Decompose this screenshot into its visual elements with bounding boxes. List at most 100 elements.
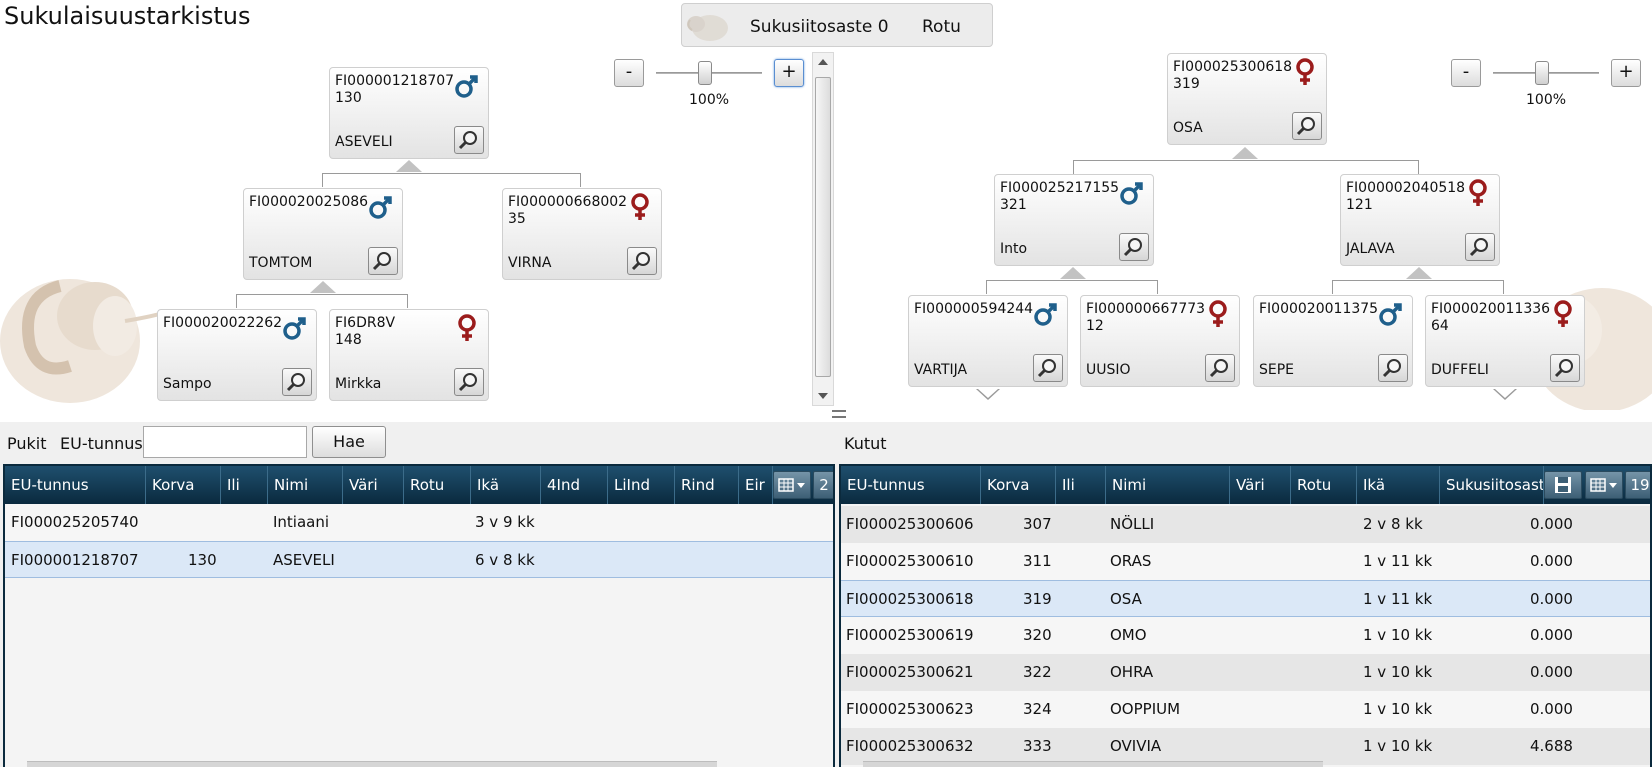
table-row[interactable]: FI000025300632 333 OVIVIA 1 v 10 kk 4.68… — [841, 728, 1650, 765]
cell-nimi: Intiaani — [273, 513, 330, 531]
zoom-slider-thumb[interactable] — [698, 61, 712, 85]
male-icon — [283, 317, 306, 340]
cell-sukusiitosaste: 0.000 — [1530, 700, 1573, 718]
cell-nimi: OSA — [1110, 590, 1142, 608]
horizontal-scrollbar[interactable] — [863, 761, 1323, 767]
column-header-ika[interactable]: Ikä — [471, 466, 541, 504]
column-header-vari[interactable]: Väri — [1230, 466, 1291, 504]
node-details-button[interactable] — [1033, 354, 1063, 382]
zoom-slider-thumb[interactable] — [1535, 61, 1549, 85]
node-eu: FI000020022262 — [163, 315, 283, 331]
column-header-sukusiitosaste[interactable]: Sukusiitosast — [1440, 466, 1544, 504]
horizontal-scrollbar[interactable] — [27, 761, 717, 767]
cell-ika: 1 v 11 kk — [1363, 590, 1433, 608]
table-row[interactable]: FI000025300606 307 NÖLLI 2 v 8 kk 0.000 — [841, 506, 1650, 543]
pedigree-node-sire-sire[interactable]: FI000000594244 VARTIJA — [908, 295, 1068, 387]
cell-eu: FI000025300632 — [846, 737, 974, 755]
save-button[interactable] — [1544, 471, 1582, 499]
column-chooser-button[interactable] — [773, 471, 811, 499]
table-row[interactable]: FI000025300610 311 ORAS 1 v 11 kk 0.000 — [841, 543, 1650, 580]
node-eu: FI000001218707 — [335, 73, 455, 89]
node-korva: 35 — [508, 211, 526, 227]
node-name: SEPE — [1259, 362, 1295, 378]
female-icon — [1469, 179, 1487, 206]
magnifier-icon — [286, 373, 305, 392]
cell-nimi: OOPPIUM — [1110, 700, 1181, 718]
eu-search-input[interactable] — [143, 426, 307, 458]
column-header-nimi[interactable]: Nimi — [1106, 466, 1230, 504]
zoom-in-button[interactable]: + — [1611, 59, 1641, 87]
pedigree-node-dam-sire[interactable]: FI000020011375 SEPE — [1253, 295, 1413, 387]
column-header-eu[interactable]: EU-tunnus — [841, 466, 981, 504]
table-row[interactable]: FI000025205740 Intiaani 3 v 9 kk — [5, 504, 833, 541]
magnifier-icon — [1209, 359, 1228, 378]
zoom-in-button[interactable]: + — [774, 59, 804, 87]
column-header-eu[interactable]: EU-tunnus — [5, 466, 146, 504]
magnifier-icon — [631, 252, 650, 271]
node-details-button[interactable] — [1119, 233, 1149, 261]
cell-korva: 322 — [1023, 663, 1052, 681]
column-header-4ind[interactable]: 4Ind — [541, 466, 608, 504]
column-header-liind[interactable]: LiInd — [608, 466, 675, 504]
pedigree-node-sire-dam[interactable]: FI6DR8V 148 Mirkka — [329, 309, 489, 401]
zoom-percent: 100% — [1526, 92, 1567, 108]
search-button[interactable]: Hae — [312, 426, 386, 458]
pedigree-node-sire[interactable]: FI000020025086 TOMTOM — [243, 188, 403, 280]
scroll-down-icon[interactable] — [818, 393, 828, 399]
node-details-button[interactable] — [1550, 354, 1580, 382]
column-header-nimi[interactable]: Nimi — [268, 466, 343, 504]
column-header-rotu[interactable]: Rotu — [404, 466, 471, 504]
panel-splitter[interactable] — [832, 410, 846, 418]
expand-ancestors-icon[interactable] — [1493, 389, 1517, 400]
node-details-button[interactable] — [282, 368, 312, 396]
column-header-ika[interactable]: Ikä — [1357, 466, 1440, 504]
node-details-button[interactable] — [1205, 354, 1235, 382]
pedigree-node-dam-dam[interactable]: FI000020011336 64 DUFFELI — [1425, 295, 1585, 387]
node-details-button[interactable] — [454, 368, 484, 396]
column-chooser-button[interactable] — [1585, 471, 1623, 499]
expand-ancestors-icon[interactable] — [976, 389, 1000, 400]
node-eu: FI000000667773 — [1086, 301, 1206, 317]
table-row[interactable]: FI000025300623 324 OOPPIUM 1 v 10 kk 0.0… — [841, 691, 1650, 728]
pedigree-vertical-scrollbar[interactable] — [812, 52, 834, 406]
female-icon — [1209, 300, 1227, 327]
table-row[interactable]: FI000025300619 320 OMO 1 v 10 kk 0.000 — [841, 617, 1650, 654]
node-korva: 64 — [1431, 318, 1449, 334]
node-eu: FI000000668002 — [508, 194, 628, 210]
node-details-button[interactable] — [368, 247, 398, 275]
column-header-vari[interactable]: Väri — [343, 466, 404, 504]
pedigree-node-sire[interactable]: FI000025217155 321 Into — [994, 174, 1154, 266]
node-details-button[interactable] — [454, 126, 484, 154]
column-header-rotu[interactable]: Rotu — [1291, 466, 1357, 504]
cell-ika: 1 v 10 kk — [1363, 663, 1433, 681]
zoom-out-button[interactable]: - — [1451, 59, 1481, 87]
magnifier-icon — [1382, 359, 1401, 378]
node-details-button[interactable] — [1292, 112, 1322, 140]
column-header-ili[interactable]: Ili — [1056, 466, 1106, 504]
scroll-up-icon[interactable] — [818, 59, 828, 65]
cell-ika: 1 v 10 kk — [1363, 626, 1433, 644]
pedigree-node-root[interactable]: FI000025300618 319 OSA — [1167, 53, 1327, 145]
column-header-eir[interactable]: Eir — [739, 466, 773, 504]
table-row[interactable]: FI000025300621 322 OHRA 1 v 10 kk 0.000 — [841, 654, 1650, 691]
table-row[interactable]: FI000025300618 319 OSA 1 v 11 kk 0.000 — [841, 580, 1650, 617]
column-header-korva[interactable]: Korva — [981, 466, 1056, 504]
scroll-thumb[interactable] — [815, 77, 831, 377]
pedigree-node-sire-sire[interactable]: FI000020022262 Sampo — [157, 309, 317, 401]
pedigree-node-root[interactable]: FI000001218707 130 ASEVELI — [329, 67, 489, 159]
pedigree-node-sire-dam[interactable]: FI000000667773 12 UUSIO — [1080, 295, 1240, 387]
column-header-korva[interactable]: Korva — [146, 466, 221, 504]
node-details-button[interactable] — [1465, 233, 1495, 261]
column-header-ili[interactable]: Ili — [221, 466, 268, 504]
table-row[interactable]: FI000001218707 130 ASEVELI 6 v 8 kk — [5, 541, 833, 578]
zoom-out-button[interactable]: - — [614, 59, 644, 87]
pedigree-node-dam[interactable]: FI000000668002 35 VIRNA — [502, 188, 662, 280]
male-icon — [1379, 303, 1402, 326]
rams-table: EU-tunnus Korva Ili Nimi Väri Rotu Ikä 4… — [3, 464, 835, 767]
node-details-button[interactable] — [627, 247, 657, 275]
pedigree-node-dam[interactable]: FI000002040518 121 JALAVA — [1340, 174, 1500, 266]
node-name: OSA — [1173, 120, 1203, 136]
column-header-rind[interactable]: Rind — [675, 466, 739, 504]
node-details-button[interactable] — [1378, 354, 1408, 382]
node-name: VARTIJA — [914, 362, 968, 378]
